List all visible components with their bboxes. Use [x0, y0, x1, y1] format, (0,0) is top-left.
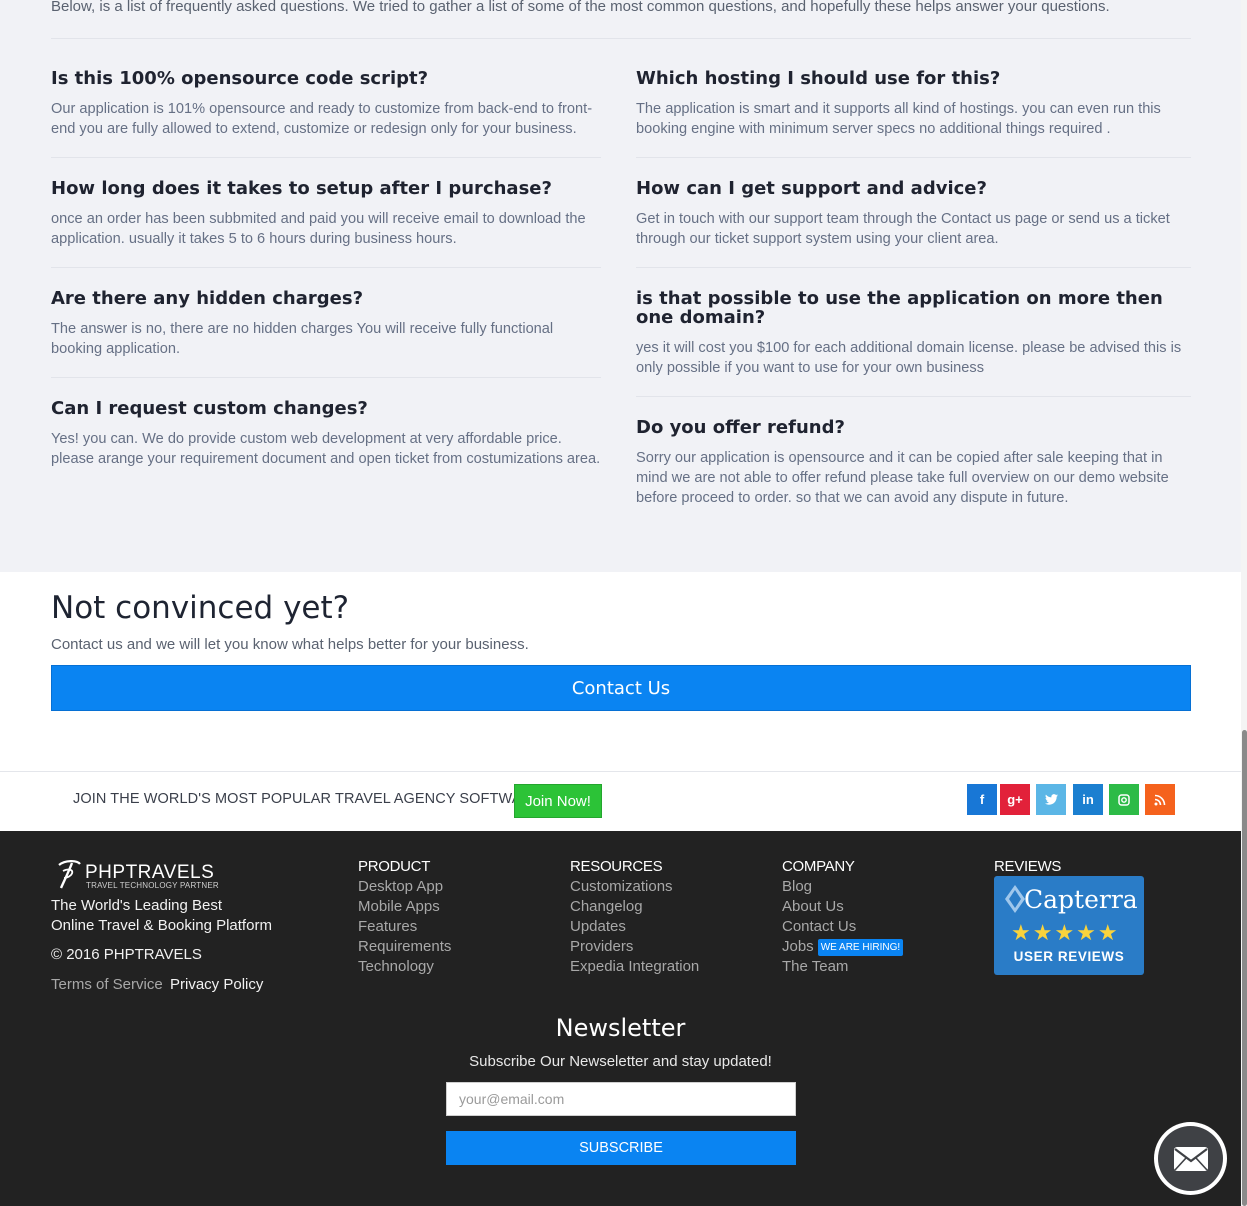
- footer-link-mobile-apps[interactable]: Mobile Apps: [358, 897, 451, 917]
- join-text: JOIN THE WORLD'S MOST POPULAR TRAVEL AGE…: [73, 791, 542, 807]
- instagram-glyph-icon: [1118, 793, 1130, 806]
- divider: [51, 38, 1191, 39]
- faq-item: How can I get support and advice? Get in…: [636, 179, 1191, 249]
- footer-tagline: The World's Leading Best Online Travel &…: [51, 896, 272, 936]
- privacy-link[interactable]: Privacy Policy: [170, 976, 263, 993]
- divider: [51, 157, 601, 158]
- faq-item: Can I request custom changes? Yes! you c…: [51, 399, 606, 469]
- google-plus-icon[interactable]: g+: [1000, 784, 1030, 815]
- resources-column: RESOURCES Customizations Changelog Updat…: [570, 857, 699, 977]
- reviews-column: REVIEWS: [994, 857, 1061, 877]
- chat-button[interactable]: [1154, 1122, 1227, 1195]
- chat-button-inner: [1158, 1126, 1223, 1191]
- phptravels-logo[interactable]: PHPTRAVELS TRAVEL TECHNOLOGY PARTNER: [55, 859, 219, 896]
- copyright: © 2016 PHPTRAVELS: [51, 946, 202, 963]
- linkedin-icon[interactable]: in: [1073, 784, 1103, 815]
- footer-link-expedia[interactable]: Expedia Integration: [570, 957, 699, 977]
- faq-question: Do you offer refund?: [636, 417, 845, 438]
- section-subtitle: Contact us and we will let you know what…: [51, 636, 529, 653]
- contact-us-button[interactable]: Contact Us: [51, 665, 1191, 711]
- faq-item: How long does it takes to setup after I …: [51, 179, 606, 249]
- faq-question: How long does it takes to setup after I …: [51, 178, 552, 199]
- faq-intro: Below, is a list of frequently asked que…: [51, 0, 1110, 15]
- rss-glyph-icon: [1154, 794, 1166, 805]
- divider: [636, 157, 1191, 158]
- hiring-badge[interactable]: WE ARE HIRING!: [817, 939, 904, 956]
- join-bar: JOIN THE WORLD'S MOST POPULAR TRAVEL AGE…: [0, 771, 1241, 831]
- capterra-logo-icon: [1005, 885, 1025, 913]
- product-column: PRODUCT Desktop App Mobile Apps Features…: [358, 857, 451, 977]
- footer-link-providers[interactable]: Providers: [570, 937, 699, 957]
- facebook-icon[interactable]: f: [967, 784, 997, 815]
- faq-answer: Our application is 101% opensource and r…: [51, 101, 593, 137]
- envelope-icon: [1173, 1146, 1208, 1171]
- faq-question: How can I get support and advice?: [636, 178, 987, 199]
- newsletter-subtitle: Subscribe Our Newseletter and stay updat…: [469, 1053, 772, 1070]
- footer-link-requirements[interactable]: Requirements: [358, 937, 451, 957]
- faq-question: Are there any hidden charges?: [51, 288, 364, 309]
- company-column: COMPANY Blog About Us Contact Us Jobs WE …: [782, 857, 904, 977]
- capterra-badge[interactable]: Capterra ★★★★★ USER REVIEWS: [994, 876, 1144, 975]
- tagline-line: Online Travel & Booking Platform: [51, 917, 272, 934]
- join-now-button[interactable]: Join Now!: [514, 784, 602, 818]
- section-title: Not convinced yet?: [51, 590, 350, 626]
- logo-mark-icon: [58, 860, 81, 889]
- footer-link-blog[interactable]: Blog: [782, 877, 903, 897]
- divider: [636, 267, 1191, 268]
- capterra-name: Capterra: [1024, 885, 1138, 914]
- faq-answer: yes it will cost you $100 for each addit…: [636, 340, 1182, 376]
- faq-answer: once an order has been subbmited and pai…: [51, 211, 586, 247]
- faq-question: is that possible to use the application …: [636, 288, 1163, 328]
- instagram-icon[interactable]: [1109, 784, 1139, 815]
- tagline-line: The World's Leading Best: [51, 897, 223, 914]
- faq-question: Is this 100% opensource code script?: [51, 68, 429, 89]
- newsletter-title: Newsletter: [555, 1014, 686, 1042]
- terms-link[interactable]: Terms of Service: [51, 976, 163, 993]
- rss-icon[interactable]: [1145, 784, 1175, 815]
- footer-link-the-team[interactable]: The Team: [782, 957, 903, 977]
- faq-question: Can I request custom changes?: [51, 398, 368, 419]
- column-heading: REVIEWS: [994, 858, 1062, 875]
- logo-tagline: TRAVEL TECHNOLOGY PARTNER: [86, 881, 219, 890]
- faq-item: is that possible to use the application …: [636, 289, 1191, 378]
- twitter-icon[interactable]: [1036, 784, 1066, 815]
- scrollbar-thumb[interactable]: [1242, 730, 1247, 1206]
- footer: PHPTRAVELS TRAVEL TECHNOLOGY PARTNER The…: [0, 831, 1241, 1206]
- divider: [51, 377, 601, 378]
- column-heading: RESOURCES: [570, 858, 663, 875]
- faq-answer: Sorry our application is opensource and …: [636, 450, 1169, 506]
- faq-section: Below, is a list of frequently asked que…: [0, 0, 1247, 572]
- footer-link-changelog[interactable]: Changelog: [570, 897, 699, 917]
- faq-item: Do you offer refund? Sorry our applicati…: [636, 418, 1191, 508]
- footer-link-features[interactable]: Features: [358, 917, 451, 937]
- column-heading: PRODUCT: [358, 858, 431, 875]
- footer-link-contact-us[interactable]: Contact Us: [782, 917, 903, 937]
- footer-link-customizations[interactable]: Customizations: [570, 877, 699, 897]
- faq-answer: Yes! you can. We do provide custom web d…: [51, 431, 601, 467]
- footer-link-desktop-app[interactable]: Desktop App: [358, 877, 451, 897]
- faq-item: Which hosting I should use for this? The…: [636, 69, 1191, 139]
- footer-link-jobs[interactable]: Jobs: [782, 938, 814, 955]
- divider: [51, 267, 601, 268]
- faq-question: Which hosting I should use for this?: [636, 68, 1001, 89]
- capterra-label: USER REVIEWS: [1013, 949, 1125, 964]
- subscribe-button[interactable]: SUBSCRIBE: [446, 1131, 796, 1165]
- column-heading: COMPANY: [782, 858, 855, 875]
- twitter-bird-icon: [1044, 794, 1058, 805]
- faq-answer: The application is smart and it supports…: [636, 101, 1161, 137]
- newsletter-email-input[interactable]: [446, 1082, 796, 1116]
- faq-answer: The answer is no, there are no hidden ch…: [51, 321, 554, 357]
- footer-link-technology[interactable]: Technology: [358, 957, 451, 977]
- footer-link-about-us[interactable]: About Us: [782, 897, 903, 917]
- footer-link-jobs-row: Jobs WE ARE HIRING!: [782, 937, 904, 957]
- not-convinced-section: Not convinced yet? Contact us and we wil…: [0, 572, 1247, 772]
- divider: [636, 396, 1191, 397]
- faq-item: Is this 100% opensource code script? Our…: [51, 69, 606, 139]
- rating-stars-icon: ★★★★★: [1011, 920, 1120, 945]
- faq-answer: Get in touch with our support team throu…: [636, 211, 1170, 247]
- faq-item: Are there any hidden charges? The answer…: [51, 289, 606, 359]
- footer-link-updates[interactable]: Updates: [570, 917, 699, 937]
